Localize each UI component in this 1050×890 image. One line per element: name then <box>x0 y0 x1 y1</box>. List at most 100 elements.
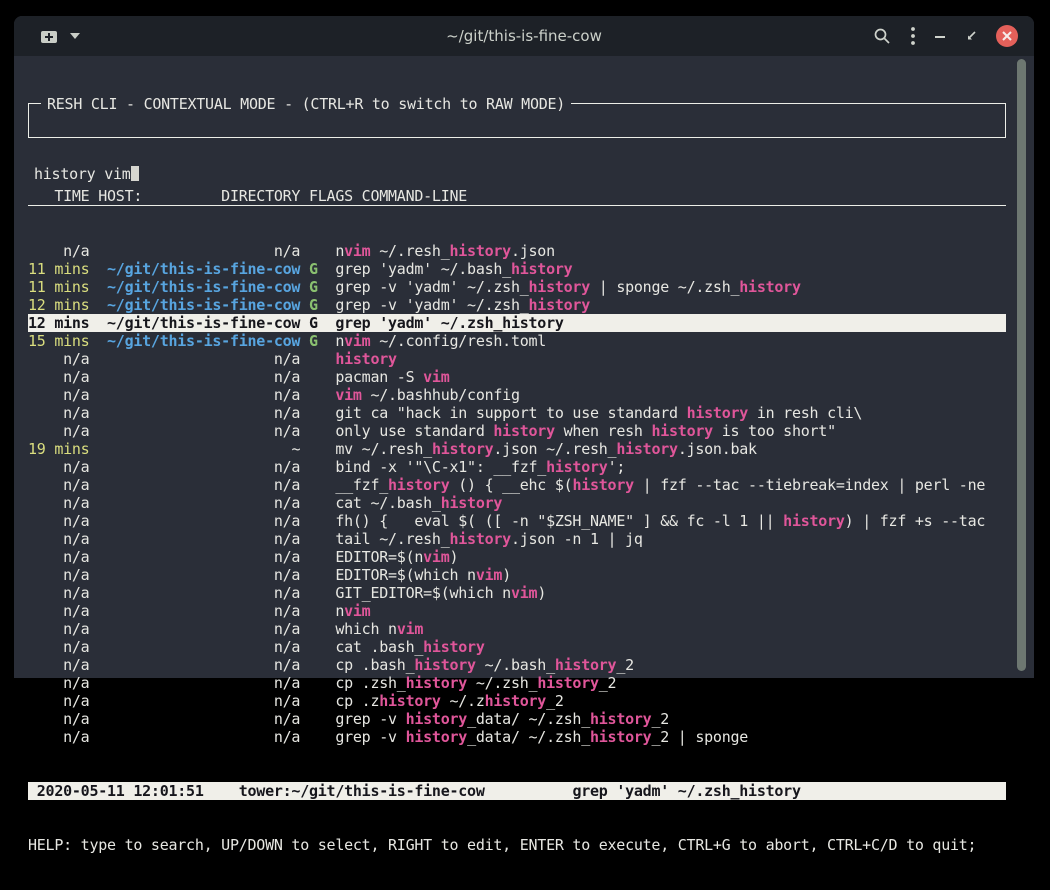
pad <box>89 422 273 440</box>
pad <box>300 386 309 404</box>
history-row[interactable]: n/a n/a nvim ~/.resh_history.json <box>28 242 1006 260</box>
history-row[interactable]: 11 mins ~/git/this-is-fine-cow G grep 'y… <box>28 260 1006 278</box>
history-row[interactable]: n/a n/a tail ~/.resh_history.json -n 1 |… <box>28 530 1006 548</box>
row-host-dir: n/a <box>274 512 300 530</box>
row-command-match: history <box>493 422 554 440</box>
pad <box>28 512 63 530</box>
row-command: ~/.zsh_ <box>467 674 537 692</box>
row-command: _2 <box>599 674 617 692</box>
row-command: bind -x '"\C-x1": __fzf_ <box>335 458 546 476</box>
row-host-dir: ~/git/this-is-fine-cow <box>107 260 300 278</box>
history-row[interactable]: n/a n/a which nvim <box>28 620 1006 638</box>
pad <box>89 620 273 638</box>
pad <box>300 458 309 476</box>
pad <box>300 638 309 656</box>
row-command-match: vim <box>423 368 449 386</box>
row-flags <box>309 638 318 656</box>
row-flags <box>309 620 318 638</box>
pad <box>318 674 336 692</box>
row-command-match: history <box>485 692 546 710</box>
row-host-dir: n/a <box>274 476 300 494</box>
search-button[interactable] <box>873 27 891 45</box>
row-command-match: history <box>450 242 511 260</box>
row-command-match: history <box>739 278 800 296</box>
history-row[interactable]: n/a n/a cat .bash_history <box>28 638 1006 656</box>
row-command: n <box>335 242 344 260</box>
history-row[interactable]: n/a n/a __fzf_history () { __ehc $(histo… <box>28 476 1006 494</box>
pad <box>28 530 63 548</box>
history-row[interactable]: n/a n/a only use standard history when r… <box>28 422 1006 440</box>
pad <box>318 440 336 458</box>
history-row[interactable]: n/a n/a grep -v history_data/ ~/.zsh_his… <box>28 728 1006 746</box>
pad <box>300 512 309 530</box>
history-row[interactable]: n/a n/a cp .bash_history ~/.bash_history… <box>28 656 1006 674</box>
history-row[interactable]: n/a n/a bind -x '"\C-x1": __fzf_history'… <box>28 458 1006 476</box>
row-command-match: history <box>529 278 590 296</box>
pad <box>89 404 273 422</box>
pad <box>300 278 309 296</box>
history-row[interactable]: n/a n/a git ca "hack in support to use s… <box>28 404 1006 422</box>
history-row[interactable]: n/a n/a pacman -S vim <box>28 368 1006 386</box>
pad <box>89 638 273 656</box>
row-host-dir: n/a <box>274 566 300 584</box>
row-command: .json ~/.resh_ <box>493 440 616 458</box>
minimize-button[interactable] <box>935 30 946 42</box>
history-row[interactable]: n/a n/a nvim <box>28 602 1006 620</box>
row-command: grep -v 'yadm' ~/.zsh_ <box>335 296 528 314</box>
pad <box>89 386 273 404</box>
row-host-dir: n/a <box>274 692 300 710</box>
scrollbar-thumb[interactable] <box>1017 59 1026 671</box>
menu-button[interactable] <box>910 26 916 46</box>
pad <box>89 332 107 350</box>
row-host-dir: n/a <box>274 638 300 656</box>
row-command-match: history <box>590 710 651 728</box>
pad <box>89 314 107 332</box>
pad <box>28 548 63 566</box>
pad <box>318 548 336 566</box>
history-row[interactable]: n/a n/a EDITOR=$(which nvim) <box>28 566 1006 584</box>
history-row[interactable]: n/a n/a cp .zhistory ~/.zhistory_2 <box>28 692 1006 710</box>
history-row[interactable]: n/a n/a grep -v history_data/ ~/.zsh_his… <box>28 710 1006 728</box>
pad <box>28 728 63 746</box>
row-command-match: history <box>406 710 467 728</box>
history-row[interactable]: 19 mins ~ mv ~/.resh_history.json ~/.res… <box>28 440 1006 458</box>
row-flags <box>309 242 318 260</box>
pad <box>89 548 273 566</box>
history-row[interactable]: n/a n/a cat ~/.bash_history <box>28 494 1006 512</box>
pad <box>318 386 336 404</box>
pad <box>28 350 63 368</box>
row-command: | sponge ~/.zsh_ <box>590 278 739 296</box>
search-input[interactable]: history vim <box>29 158 1005 183</box>
row-time: n/a <box>63 422 89 440</box>
pad <box>89 674 273 692</box>
pad <box>89 602 273 620</box>
row-host-dir: n/a <box>274 584 300 602</box>
row-command: which n <box>335 620 396 638</box>
row-flags <box>309 404 318 422</box>
row-command: grep 'yadm' ~/.zsh_history <box>335 314 563 332</box>
pad <box>28 386 63 404</box>
history-row[interactable]: 11 mins ~/git/this-is-fine-cow G grep -v… <box>28 278 1006 296</box>
row-flags: G <box>309 332 318 350</box>
close-button[interactable] <box>996 25 1018 47</box>
history-row[interactable]: n/a n/a cp .zsh_history ~/.zsh_history_2 <box>28 674 1006 692</box>
row-command: _2 <box>546 692 564 710</box>
history-row[interactable]: n/a n/a EDITOR=$(nvim) <box>28 548 1006 566</box>
history-row[interactable]: 15 mins ~/git/this-is-fine-cow G nvim ~/… <box>28 332 1006 350</box>
close-icon <box>1002 31 1012 41</box>
history-row[interactable]: n/a n/a fh() { eval $( ([ -n "$ZSH_NAME"… <box>28 512 1006 530</box>
row-command: when resh <box>555 422 652 440</box>
history-row-selected[interactable]: 12 mins ~/git/this-is-fine-cow G grep 'y… <box>28 314 1006 332</box>
history-row[interactable]: n/a n/a history <box>28 350 1006 368</box>
pad <box>89 584 273 602</box>
pad <box>89 530 273 548</box>
row-time: n/a <box>63 710 89 728</box>
pad <box>89 728 273 746</box>
history-row[interactable]: 12 mins ~/git/this-is-fine-cow G grep -v… <box>28 296 1006 314</box>
history-row[interactable]: n/a n/a vim ~/.bashhub/config <box>28 386 1006 404</box>
row-command: grep 'yadm' ~/.bash_ <box>335 260 511 278</box>
row-command: ~/.bashhub/config <box>362 386 520 404</box>
history-row[interactable]: n/a n/a GIT_EDITOR=$(which nvim) <box>28 584 1006 602</box>
resh-search-box: RESH CLI - CONTEXTUAL MODE - (CTRL+R to … <box>28 103 1006 138</box>
restore-button[interactable] <box>965 30 977 42</box>
